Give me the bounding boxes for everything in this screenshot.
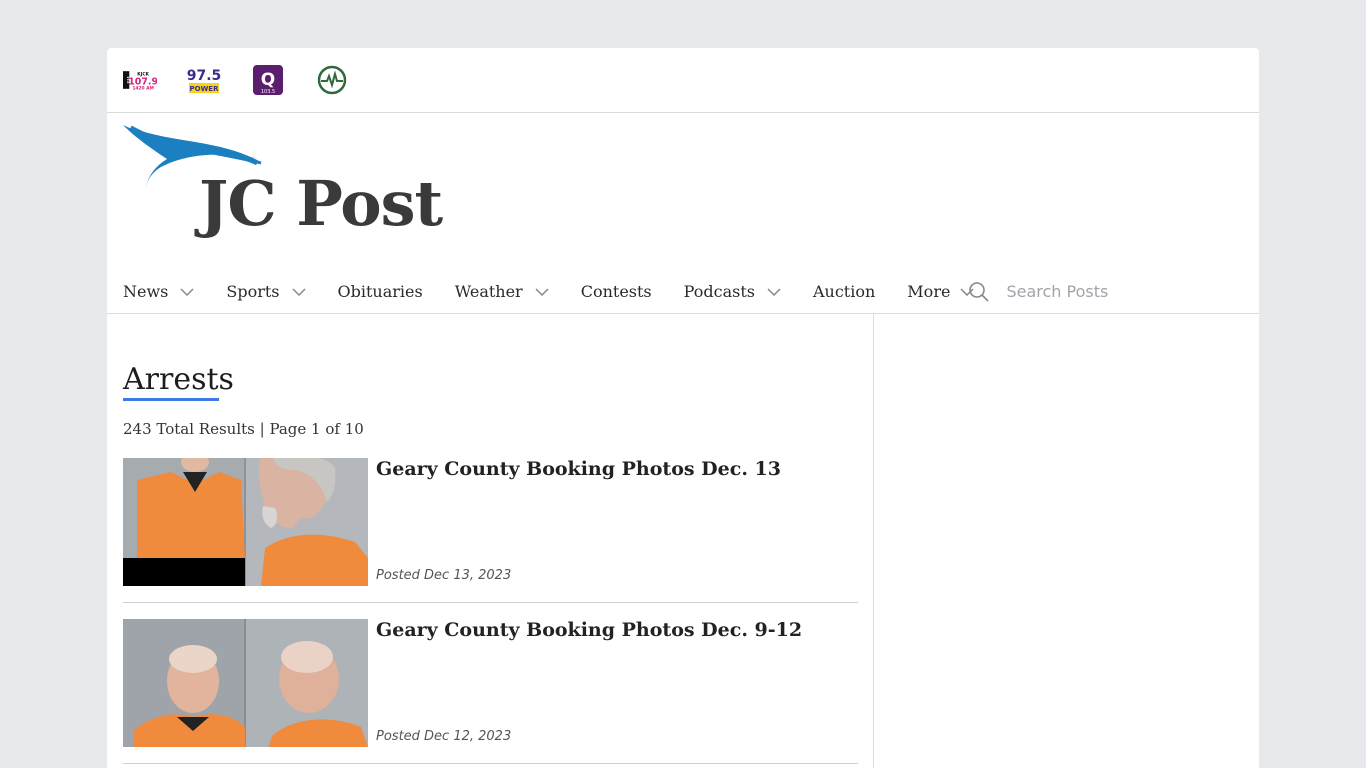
nav-label: Podcasts [683, 282, 755, 301]
svg-text:Q: Q [261, 70, 275, 90]
nav-item-news[interactable]: News [123, 282, 194, 301]
q-station-logo[interactable]: Q 103.5 [251, 63, 285, 97]
station-bar: FM KJCK 107.9 1420 AM 97.5 POWER Q 103.5 [107, 48, 1259, 113]
chevron-down-icon [291, 287, 306, 296]
site-brand[interactable]: JC Post [107, 113, 1259, 258]
page-title: Arrests [123, 362, 234, 397]
post-item[interactable]: Geary County Booking Photos Dec. 13 Post… [123, 458, 858, 603]
svg-text:POWER: POWER [190, 85, 220, 93]
nav-label: Weather [454, 282, 523, 301]
nav-item-podcasts[interactable]: Podcasts [684, 282, 781, 301]
nav-label: Obituaries [337, 282, 423, 301]
sidebar [875, 314, 1259, 768]
chevron-down-icon [535, 287, 549, 296]
post-date: Posted Dec 13, 2023 [376, 568, 512, 583]
svg-text:1420 AM: 1420 AM [132, 85, 154, 91]
page-container: FM KJCK 107.9 1420 AM 97.5 POWER Q 103.5 [107, 48, 1259, 768]
svg-text:107.9: 107.9 [128, 76, 157, 87]
nav-label: Sports [226, 282, 280, 301]
chevron-down-icon [767, 287, 781, 296]
wave-station-logo[interactable] [315, 63, 349, 97]
chevron-down-icon [180, 287, 194, 296]
search-input[interactable] [1006, 282, 1207, 301]
kjck-station-logo[interactable]: FM KJCK 107.9 1420 AM [123, 63, 157, 97]
svg-text:103.5: 103.5 [261, 89, 275, 95]
nav-item-sports[interactable]: Sports [226, 282, 306, 301]
post-date: Posted Dec 12, 2023 [376, 729, 512, 744]
results-count: 243 Total Results | Page 1 of 10 [123, 420, 364, 438]
post-item[interactable]: Geary County Booking Photos Dec. 9-12 Po… [123, 619, 858, 764]
svg-text:97.5: 97.5 [187, 68, 221, 84]
search-icon[interactable] [968, 281, 990, 303]
nav-label: More [907, 282, 951, 301]
nav-label: Auction [812, 282, 876, 301]
nav-item-contests[interactable]: Contests [581, 282, 652, 301]
nav-item-obituaries[interactable]: Obituaries [338, 282, 423, 301]
post-title[interactable]: Geary County Booking Photos Dec. 9-12 [376, 619, 802, 641]
power-975-station-logo[interactable]: 97.5 POWER [187, 63, 221, 97]
post-title[interactable]: Geary County Booking Photos Dec. 13 [376, 458, 781, 480]
nav-item-weather[interactable]: Weather [455, 282, 549, 301]
post-thumbnail[interactable] [123, 619, 368, 747]
nav-item-auction[interactable]: Auction [813, 282, 875, 301]
search-box [969, 281, 1207, 303]
nav-label: News [123, 282, 169, 301]
post-thumbnail[interactable] [123, 458, 368, 586]
main-nav: News Sports Obituaries Weather Contests … [107, 270, 1259, 314]
title-underline [123, 398, 219, 401]
site-title: JC Post [199, 167, 443, 240]
main-content: Arrests 243 Total Results | Page 1 of 10 [107, 314, 874, 768]
nav-label: Contests [580, 282, 652, 301]
nav-item-more[interactable]: More [907, 282, 974, 301]
